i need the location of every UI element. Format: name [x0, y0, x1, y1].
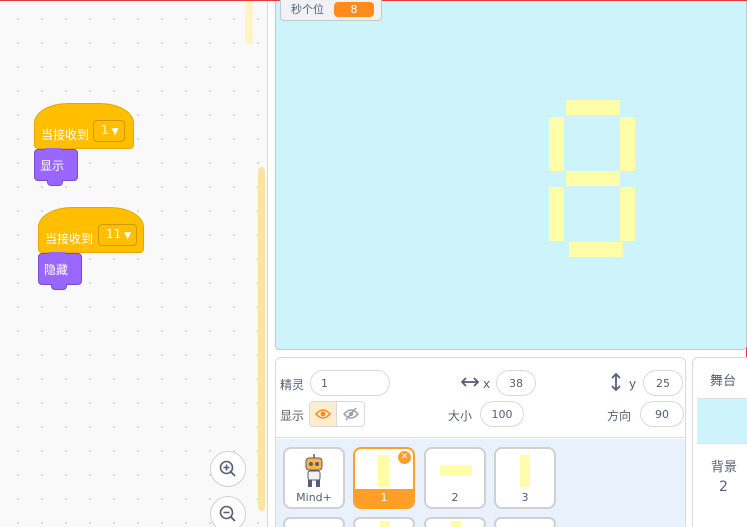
when-i-receive-label: 当接收到	[41, 128, 90, 142]
sprite-name-value: 1	[321, 377, 328, 390]
block-notch	[49, 252, 65, 256]
zoom-in-button[interactable]	[210, 451, 246, 487]
segment-thumbnail	[380, 521, 390, 527]
segment-bottom[interactable]	[569, 242, 623, 257]
stage-canvas[interactable]: 秒个位 8	[275, 0, 747, 350]
sprite-tile-2[interactable]: 2	[424, 447, 486, 509]
sprite-pane: 精灵 1 x 38 y 25 显示 大小 100 方向 90 Mind+ ✕ 1…	[275, 357, 686, 527]
palette-scrollbar[interactable]	[245, 1, 253, 45]
sprite-name-input[interactable]: 1	[310, 370, 390, 396]
size-value: 100	[491, 408, 513, 421]
stage-selector-title: 舞台	[710, 374, 737, 389]
size-input[interactable]: 100	[480, 401, 524, 427]
segment-top[interactable]	[566, 100, 620, 115]
variable-monitor[interactable]: 秒个位 8	[280, 0, 382, 21]
x-value: 38	[509, 377, 523, 390]
sprite-list: Mind+ ✕ 1 2 3	[276, 439, 685, 527]
direction-value: 90	[655, 408, 669, 421]
code-area-scrollbar[interactable]	[258, 167, 265, 511]
size-label: 大小	[448, 409, 473, 423]
segment-middle[interactable]	[566, 171, 620, 186]
segment-upper-right[interactable]	[620, 117, 635, 171]
x-label: x	[483, 377, 491, 391]
direction-label: 方向	[607, 409, 632, 423]
sprite-tile-name: 3	[521, 491, 529, 504]
visibility-label: 显示	[280, 409, 305, 423]
message-dropdown-value: 11	[106, 227, 122, 241]
chevron-down-icon: ▼	[111, 127, 119, 137]
sprite-info: 精灵 1 x 38 y 25 显示 大小 100 方向 90	[276, 358, 685, 438]
segment-thumbnail-horizontal	[440, 465, 472, 475]
sprite-tile[interactable]	[494, 517, 556, 527]
variable-monitor-label: 秒个位	[291, 3, 324, 16]
sprite-tile-name: Mind+	[296, 491, 332, 504]
segment-thumbnail-vertical	[520, 455, 530, 487]
sprite-tile[interactable]	[424, 517, 486, 527]
backdrops-count: 2	[719, 479, 728, 495]
y-label: y	[629, 377, 637, 391]
block-notch	[45, 148, 61, 152]
vertical-arrows-icon	[611, 372, 621, 392]
visibility-toggle[interactable]	[309, 401, 365, 427]
show-sprite-button[interactable]	[310, 402, 337, 426]
when-i-receive-label: 当接收到	[45, 232, 94, 246]
sprite-tile-1[interactable]: ✕ 1	[353, 447, 415, 509]
sprite-tile-name: 2	[451, 491, 459, 504]
delete-icon[interactable]: ✕	[398, 451, 411, 464]
show-block-label: 显示	[40, 159, 65, 173]
segment-lower-left[interactable]	[549, 187, 564, 241]
message-dropdown-value: 1	[101, 123, 109, 137]
block-tab	[51, 284, 67, 290]
hide-block-label: 隐藏	[44, 263, 69, 277]
segment-thumbnail-vertical	[378, 455, 389, 487]
block-tab	[47, 180, 63, 186]
zoom-in-icon	[219, 460, 236, 477]
sprite-tile-name: 1	[355, 489, 413, 507]
backdrops-label: 背景	[711, 460, 738, 475]
chevron-down-icon: ▼	[124, 231, 132, 241]
segment-upper-left[interactable]	[549, 117, 564, 171]
x-input[interactable]: 38	[496, 370, 536, 396]
hide-block[interactable]: 隐藏	[38, 252, 82, 290]
sprite-thumbnail	[426, 449, 484, 491]
sprite-thumbnail	[496, 449, 554, 491]
stage-selector[interactable]: 舞台 背景 2	[692, 357, 747, 527]
message-dropdown[interactable]: 11 ▼	[98, 224, 138, 246]
sprite-tile-mindplus[interactable]: Mind+	[283, 447, 345, 509]
eye-icon	[315, 409, 331, 419]
sprite-tile[interactable]	[353, 517, 415, 527]
eye-slash-icon	[342, 407, 359, 421]
code-area[interactable]: 当接收到 1 ▼ 显示 当接收到 11 ▼ 隐藏	[0, 1, 268, 527]
segment-thumbnail	[451, 521, 461, 527]
hide-sprite-button[interactable]	[337, 402, 364, 426]
message-dropdown[interactable]: 1 ▼	[93, 120, 125, 142]
when-i-receive-block[interactable]: 当接收到 1 ▼	[34, 103, 134, 149]
zoom-out-icon	[219, 505, 236, 522]
when-i-receive-block[interactable]: 当接收到 11 ▼	[38, 207, 144, 253]
sprite-tile[interactable]	[283, 517, 345, 527]
variable-monitor-value: 8	[334, 1, 374, 17]
segment-lower-right[interactable]	[620, 187, 635, 241]
y-input[interactable]: 25	[643, 370, 683, 396]
sprite-name-label: 精灵	[280, 378, 305, 392]
sprite-thumbnail	[285, 449, 343, 491]
horizontal-arrows-icon	[460, 377, 480, 387]
zoom-out-button[interactable]	[210, 496, 246, 527]
show-block[interactable]: 显示	[34, 148, 78, 186]
y-value: 25	[656, 377, 670, 390]
sprite-tile-3[interactable]: 3	[494, 447, 556, 509]
direction-input[interactable]: 90	[640, 401, 684, 427]
mind-plus-robot-icon	[305, 454, 323, 487]
stage-thumbnail[interactable]	[697, 398, 747, 444]
